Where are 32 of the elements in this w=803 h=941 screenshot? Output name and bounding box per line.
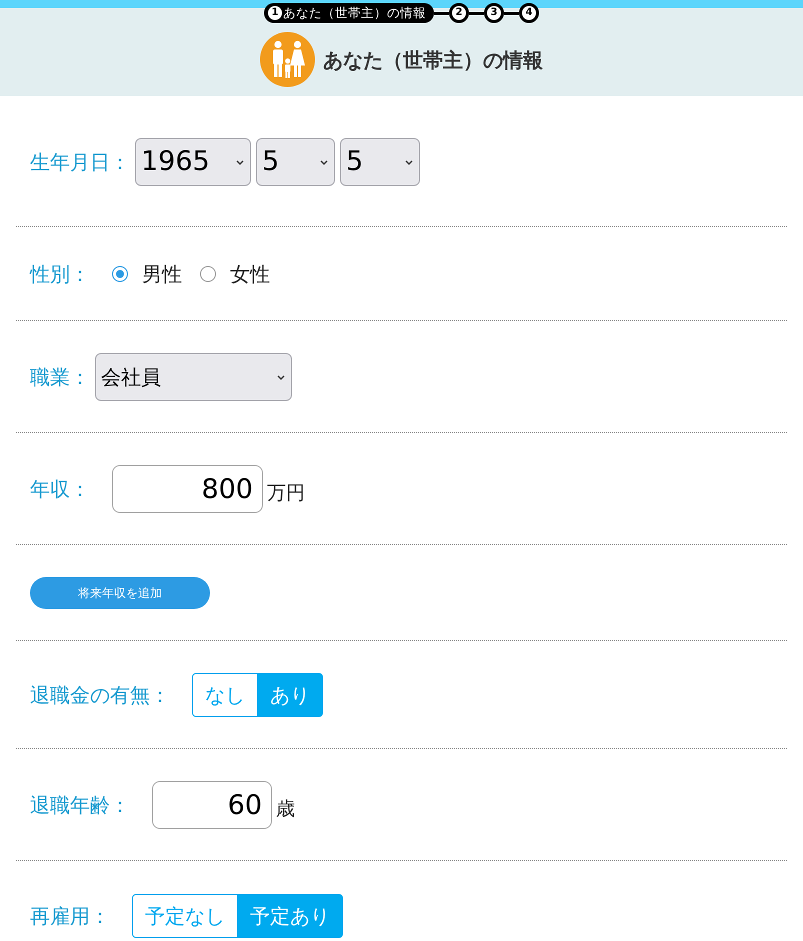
field-label: 退職金の有無： — [30, 682, 170, 709]
radio-button[interactable] — [112, 266, 128, 282]
step-label: あなた（世帯主）の情報 — [283, 4, 426, 22]
field-label: 生年月日： — [30, 149, 130, 176]
field-label: 性別： — [30, 261, 90, 288]
family-icon — [260, 32, 315, 87]
unit-label: 歳 — [276, 796, 295, 822]
number-input[interactable]: 60 — [152, 781, 272, 829]
radio-label[interactable]: 女性 — [230, 259, 270, 289]
step-number: 4 — [519, 3, 539, 23]
month-select[interactable]: 5 — [256, 138, 335, 186]
caret-icon — [405, 160, 413, 164]
page-title: あなた（世帯主）の情報 — [323, 46, 543, 74]
radio-button[interactable] — [200, 266, 216, 282]
step-connector — [469, 12, 484, 14]
caret-icon — [320, 160, 328, 164]
step-connector — [504, 12, 519, 14]
caret-icon — [236, 160, 244, 164]
step-number: 2 — [449, 3, 469, 23]
radio-label[interactable]: 男性 — [142, 259, 182, 289]
field-label: 再雇用： — [30, 903, 110, 930]
step-number: 3 — [484, 3, 504, 23]
occupation-select[interactable]: 会社員 — [95, 353, 292, 401]
year-select[interactable]: 1965 — [135, 138, 251, 186]
field-label: 年収： — [30, 476, 90, 503]
step-number: 1 — [268, 6, 282, 20]
caret-icon — [277, 374, 285, 380]
field-label: 職業： — [30, 364, 90, 391]
field-label: 退職年齢： — [30, 792, 130, 819]
unit-label: 万円 — [267, 480, 305, 506]
number-input[interactable]: 800 — [112, 465, 263, 513]
day-select[interactable]: 5 — [340, 138, 420, 186]
